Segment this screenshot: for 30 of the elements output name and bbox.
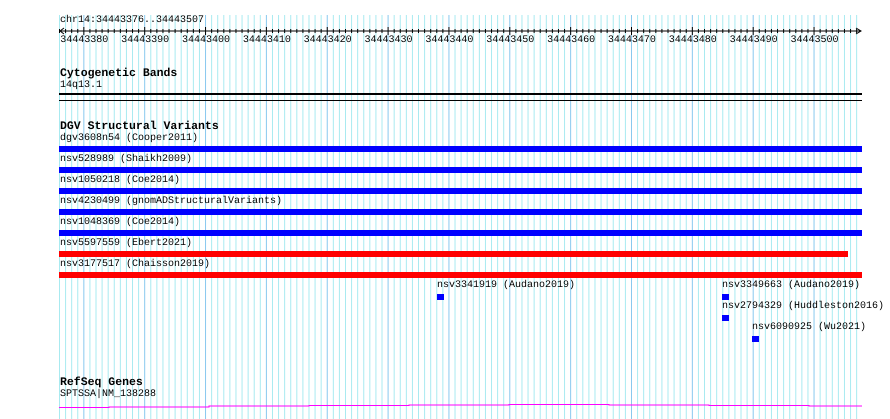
tick-label: 34443460: [546, 35, 596, 47]
variant-label: nsv3349663 (Audano2019): [721, 280, 860, 292]
variant-label: nsv3341919 (Audano2019): [436, 280, 576, 292]
variant-label: dgv3608n54 (Cooper2011): [59, 133, 198, 145]
variant-label: nsv1048369 (Coe2014): [59, 217, 180, 229]
tick-label: 34443400: [181, 35, 230, 47]
tick-label: 34443380: [59, 35, 108, 47]
variant-label: nsv2794329 (Huddleston2016): [721, 301, 884, 313]
tick-label: 34443480: [668, 35, 717, 47]
variant-label: nsv4230499 (gnomADStructuralVariants): [59, 196, 282, 208]
tick-label: 34443420: [302, 35, 352, 47]
tick-label: 34443410: [242, 35, 291, 47]
track-title: DGV Structural Variants: [59, 121, 219, 133]
band-label: 14q13.1: [59, 80, 102, 92]
track-title: RefSeq Genes: [59, 377, 143, 389]
tick-label: 34443440: [424, 35, 474, 47]
region-label: chr14:34443376..34443507: [59, 15, 204, 27]
variant-label: nsv6090925 (Wu2021): [751, 322, 866, 334]
variant-label: nsv3177517 (Chaisson2019): [59, 259, 210, 271]
tick-label: 34443450: [485, 35, 534, 47]
tick-label: 34443490: [728, 35, 778, 47]
tick-label: 34443500: [790, 35, 838, 47]
gene-label: SPTSSA|NM_138288: [59, 389, 156, 401]
variant-label: nsv528989 (Shaikh2009): [59, 154, 192, 166]
tick-label: 34443470: [606, 35, 656, 47]
variant-label: nsv1050218 (Coe2014): [59, 175, 180, 187]
tick-label: 34443390: [120, 35, 170, 47]
variant-label: nsv5597559 (Ebert2021): [59, 238, 192, 250]
track-title: Cytogenetic Bands: [59, 68, 178, 80]
tick-label: 34443430: [364, 35, 413, 47]
